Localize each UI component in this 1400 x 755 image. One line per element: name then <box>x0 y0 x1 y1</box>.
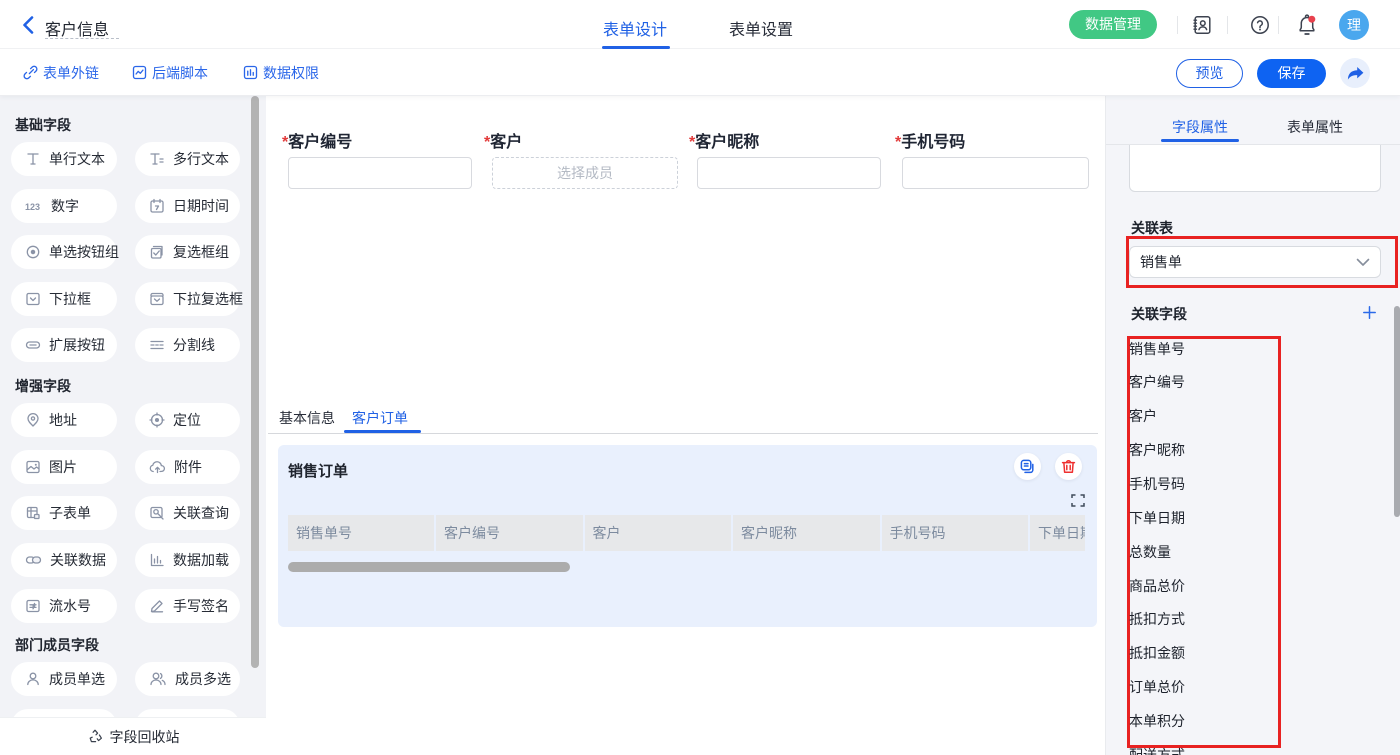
svg-text:123: 123 <box>25 202 40 212</box>
